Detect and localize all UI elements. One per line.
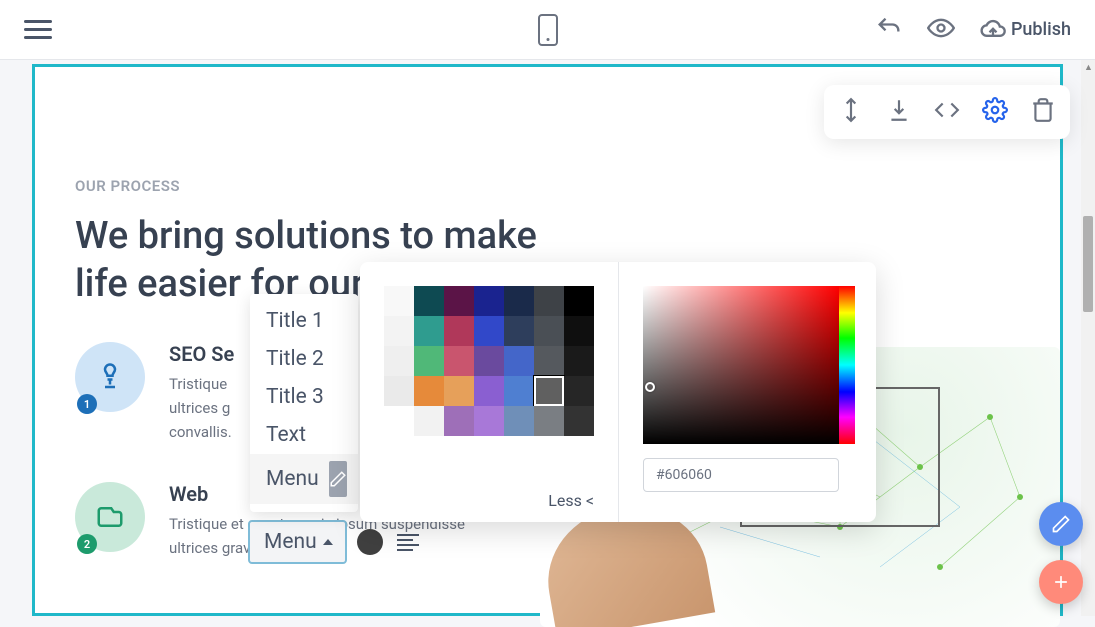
color-swatch[interactable] bbox=[474, 286, 504, 316]
heading-dropdown: Title 1 Title 2 Title 3 Text Menu bbox=[250, 294, 358, 512]
hex-input[interactable] bbox=[643, 458, 839, 492]
color-swatch[interactable] bbox=[504, 376, 534, 406]
color-swatch[interactable] bbox=[564, 286, 594, 316]
edit-fab[interactable] bbox=[1039, 502, 1083, 546]
color-swatch[interactable] bbox=[384, 316, 414, 346]
color-swatch[interactable] bbox=[414, 286, 444, 316]
publish-label: Publish bbox=[1011, 19, 1071, 40]
vertical-scrollbar[interactable]: ▲ bbox=[1081, 60, 1095, 616]
menu-icon[interactable] bbox=[24, 20, 52, 39]
section-toolbar bbox=[824, 85, 1070, 139]
scrollbar-thumb[interactable] bbox=[1083, 216, 1093, 312]
color-swatch[interactable] bbox=[504, 346, 534, 376]
color-swatch[interactable] bbox=[414, 376, 444, 406]
color-swatch[interactable] bbox=[384, 406, 414, 436]
feature-title[interactable]: SEO Se bbox=[169, 342, 234, 366]
scroll-up-arrow[interactable]: ▲ bbox=[1084, 62, 1092, 70]
style-menu-button[interactable]: Menu bbox=[248, 520, 347, 564]
move-icon[interactable] bbox=[838, 97, 864, 127]
color-swatch[interactable] bbox=[474, 376, 504, 406]
saturation-value-field[interactable] bbox=[643, 286, 839, 444]
feature-icon-seo: 1 bbox=[75, 342, 145, 412]
color-swatch[interactable] bbox=[504, 406, 534, 436]
undo-icon[interactable] bbox=[875, 14, 903, 46]
less-toggle[interactable]: Less < bbox=[384, 481, 594, 510]
swatch-grid bbox=[384, 286, 594, 436]
color-swatch[interactable] bbox=[414, 406, 444, 436]
color-picker-panel: Less < bbox=[360, 262, 876, 522]
sv-cursor[interactable] bbox=[645, 382, 655, 392]
color-swatch[interactable] bbox=[444, 406, 474, 436]
color-swatch[interactable] bbox=[384, 376, 414, 406]
color-swatch[interactable] bbox=[474, 316, 504, 346]
color-swatch[interactable] bbox=[444, 316, 474, 346]
dropdown-item-title1[interactable]: Title 1 bbox=[250, 302, 358, 340]
color-swatch[interactable] bbox=[474, 346, 504, 376]
download-icon[interactable] bbox=[886, 97, 912, 127]
edit-icon[interactable] bbox=[329, 461, 347, 497]
add-fab[interactable] bbox=[1039, 560, 1083, 604]
color-swatch[interactable] bbox=[414, 316, 444, 346]
feature-badge: 2 bbox=[77, 534, 97, 554]
color-swatch[interactable] bbox=[384, 286, 414, 316]
color-swatch[interactable] bbox=[564, 316, 594, 346]
dropdown-item-text[interactable]: Text bbox=[250, 416, 358, 454]
dropdown-menu-row[interactable]: Menu bbox=[250, 454, 358, 504]
color-swatch[interactable] bbox=[564, 346, 594, 376]
delete-icon[interactable] bbox=[1030, 97, 1056, 127]
color-swatch[interactable] bbox=[534, 316, 564, 346]
color-swatch[interactable] bbox=[384, 346, 414, 376]
caret-up-icon bbox=[323, 539, 333, 545]
color-swatch[interactable] bbox=[444, 376, 474, 406]
text-inline-toolbar: Menu bbox=[248, 520, 423, 564]
section-eyebrow[interactable]: OUR PROCESS bbox=[75, 177, 1020, 195]
text-color-button[interactable] bbox=[357, 529, 383, 555]
feature-desc[interactable]: Tristique ultrices g convallis. bbox=[169, 372, 234, 444]
color-swatch[interactable] bbox=[474, 406, 504, 436]
color-swatch[interactable] bbox=[534, 346, 564, 376]
color-swatch[interactable] bbox=[504, 316, 534, 346]
color-swatch[interactable] bbox=[444, 286, 474, 316]
dropdown-item-title3[interactable]: Title 3 bbox=[250, 378, 358, 416]
color-swatch[interactable] bbox=[444, 346, 474, 376]
color-swatch[interactable] bbox=[564, 406, 594, 436]
preview-icon[interactable] bbox=[927, 14, 955, 46]
publish-button[interactable]: Publish bbox=[979, 16, 1071, 44]
align-left-icon[interactable] bbox=[393, 530, 423, 555]
color-swatch[interactable] bbox=[504, 286, 534, 316]
mobile-preview-icon[interactable] bbox=[538, 14, 558, 46]
color-swatch[interactable] bbox=[534, 376, 564, 406]
dropdown-item-title2[interactable]: Title 2 bbox=[250, 340, 358, 378]
color-swatch[interactable] bbox=[564, 376, 594, 406]
dropdown-menu-label: Menu bbox=[266, 467, 319, 491]
menu-label: Menu bbox=[264, 530, 317, 554]
feature-icon-web: 2 bbox=[75, 482, 145, 552]
settings-icon[interactable] bbox=[982, 97, 1008, 127]
color-swatch[interactable] bbox=[414, 346, 444, 376]
color-swatch[interactable] bbox=[534, 406, 564, 436]
color-swatch[interactable] bbox=[534, 286, 564, 316]
topbar: Publish bbox=[0, 0, 1095, 60]
code-icon[interactable] bbox=[934, 97, 960, 127]
feature-badge: 1 bbox=[77, 394, 97, 414]
